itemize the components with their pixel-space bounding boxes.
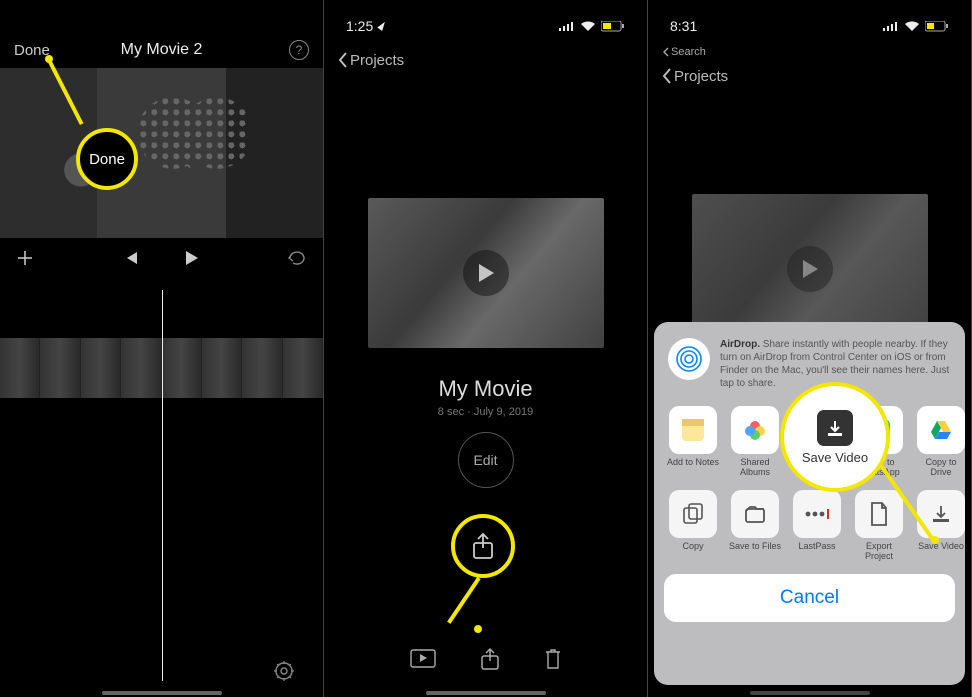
bottom-toolbar <box>324 639 647 679</box>
whatsapp-icon <box>855 406 903 454</box>
share-action-gdrive[interactable]: Copy to Drive <box>912 406 970 478</box>
done-button[interactable]: Done <box>14 42 50 59</box>
project-title: My Movie 2 <box>121 41 203 59</box>
share-action-export[interactable]: Export Project <box>850 490 908 562</box>
export-icon <box>855 490 903 538</box>
share-action-label: Copy to WhatsApp <box>852 458 906 478</box>
copy-icon <box>669 490 717 538</box>
play-button[interactable] <box>183 250 199 266</box>
airdrop-text: AirDrop. Share instantly with people nea… <box>720 338 951 390</box>
search-back[interactable]: Search <box>648 42 971 58</box>
share-action-drive[interactable]: Drive <box>788 406 846 478</box>
screen-editor: Done My Movie 2 ? <box>0 0 324 697</box>
transport-bar <box>0 238 323 278</box>
signal-icon <box>883 21 899 32</box>
share-action-label: Copy to Drive <box>914 458 968 478</box>
share-action-photos[interactable]: Shared Albums <box>726 406 784 478</box>
battery-icon <box>601 21 625 32</box>
edit-button[interactable]: Edit <box>458 432 514 488</box>
share-action-label: LastPass <box>798 542 835 552</box>
thumbnail-play-icon <box>787 246 833 292</box>
wifi-icon <box>580 21 596 32</box>
signal-icon <box>559 21 575 32</box>
share-button[interactable] <box>480 647 500 671</box>
lastpass-icon <box>793 490 841 538</box>
navbar-editor: Done My Movie 2 ? <box>0 32 323 68</box>
help-button[interactable]: ? <box>289 40 309 60</box>
undo-button[interactable] <box>287 251 307 265</box>
home-indicator[interactable] <box>750 691 870 695</box>
share-action-label: Drive <box>806 458 827 468</box>
callout-share <box>451 514 515 578</box>
status-bar: 1:25 <box>324 0 647 42</box>
share-action-savevid[interactable]: Save Video <box>912 490 970 562</box>
drive-icon <box>793 406 841 454</box>
video-preview[interactable] <box>0 68 323 238</box>
navbar-share: Projects <box>648 58 971 94</box>
play-project-button[interactable] <box>410 649 436 669</box>
share-action-lastpass[interactable]: LastPass <box>788 490 846 562</box>
battery-icon <box>925 21 949 32</box>
project-thumbnail[interactable] <box>368 198 604 348</box>
share-row-actions: CopySave to FilesLastPassExport ProjectS… <box>664 484 955 568</box>
share-action-files[interactable]: Save to Files <box>726 490 784 562</box>
share-action-label: Shared Albums <box>728 458 782 478</box>
files-icon <box>731 490 779 538</box>
share-action-copy[interactable]: Copy <box>664 490 722 562</box>
home-indicator[interactable] <box>102 691 222 695</box>
screen-share-sheet: 8:31 Search Projects <box>648 0 972 697</box>
prev-button[interactable] <box>123 251 139 265</box>
share-sheet: AirDrop. Share instantly with people nea… <box>654 322 965 685</box>
share-action-notes[interactable]: Add to Notes <box>664 406 722 478</box>
share-action-label: Copy <box>682 542 703 552</box>
wifi-icon <box>904 21 920 32</box>
photos-icon <box>731 406 779 454</box>
share-action-label: Save to Files <box>729 542 781 552</box>
back-button[interactable]: Projects <box>662 68 728 85</box>
status-bar: 8:31 <box>648 0 971 42</box>
back-button[interactable]: Projects <box>338 52 404 69</box>
clock: 8:31 <box>670 18 697 34</box>
movie-title: My Movie <box>438 376 532 402</box>
share-row-apps: Add to Notes Shared Albums Drive Copy to Wh… <box>664 400 955 484</box>
share-action-whatsapp[interactable]: Copy to WhatsApp <box>850 406 908 478</box>
cancel-button[interactable]: Cancel <box>664 574 955 622</box>
navbar-project: Projects <box>324 42 647 78</box>
settings-button[interactable] <box>273 660 295 682</box>
home-indicator[interactable] <box>426 691 546 695</box>
screen-project: 1:25 Projects My Movie 8 sec · July 9, 2… <box>324 0 648 697</box>
share-action-label: Add to Notes <box>667 458 719 468</box>
playhead[interactable] <box>162 290 163 681</box>
add-clip-button[interactable] <box>16 249 34 267</box>
airdrop-icon[interactable] <box>668 338 710 380</box>
thumbnail-play-icon <box>463 250 509 296</box>
notes-icon <box>669 406 717 454</box>
savevid-icon <box>917 490 965 538</box>
gdrive-icon <box>917 406 965 454</box>
share-action-label: Export Project <box>852 542 906 562</box>
movie-subtitle: 8 sec · July 9, 2019 <box>438 406 533 418</box>
clock: 1:25 <box>346 18 387 34</box>
delete-button[interactable] <box>544 648 562 670</box>
share-action-label: Save Video <box>918 542 964 552</box>
